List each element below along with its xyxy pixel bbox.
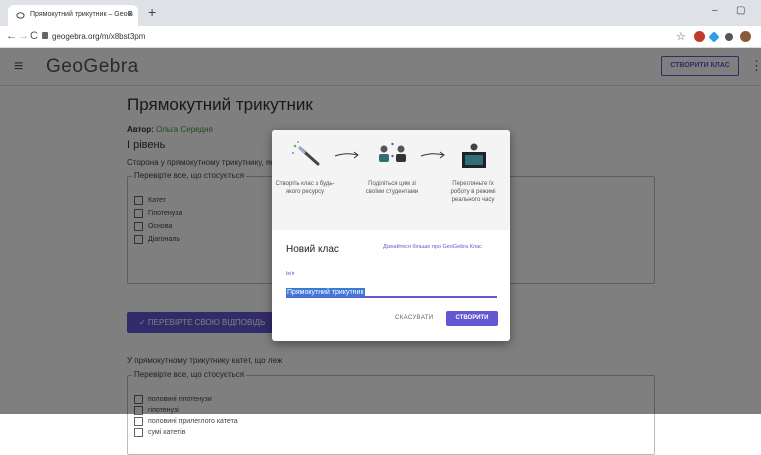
step-review-text: Перегляньте їх роботу в режимі реального… [450,181,496,203]
step-share-text: Поділіться цим зі своїми студентами [365,181,419,195]
address-bar[interactable]: geogebra.org/m/x8bst3pm [52,32,145,41]
reload-button[interactable]: C [30,30,38,42]
new-class-dialog: Створіть клас з будь-якого ресурсу Поділ… [272,130,510,341]
checkbox[interactable] [134,428,143,437]
magic-wand-icon [292,141,320,166]
extension-icon[interactable] [694,31,705,42]
monitor-icon [462,143,486,168]
browser-tab-title: Прямокутний трикутник – GeoG [30,11,133,18]
option-item[interactable]: половині прилеглого катета [134,417,238,426]
option-item[interactable]: сумі катетів [134,428,185,437]
checkbox[interactable] [134,417,143,426]
browser-tab-strip: Прямокутний трикутник – GeoG × + – ▢ [0,0,761,26]
forward-button[interactable]: → [18,30,29,42]
cancel-button[interactable]: СКАСУВАТИ [395,315,434,321]
extensions-puzzle-icon[interactable] [725,33,733,41]
class-name-label: Ім'я [286,271,295,277]
step-create-text: Створіть клас з будь-якого ресурсу [275,181,335,195]
bookmark-star-icon[interactable]: ☆ [676,30,686,43]
class-name-value: Прямокутний трикутник [286,288,365,297]
geogebra-favicon-icon [16,12,25,19]
class-name-input[interactable]: Прямокутний трикутник [286,281,497,298]
create-button[interactable]: СТВОРИТИ [446,311,498,326]
browser-tab[interactable]: Прямокутний трикутник – GeoG × [8,5,138,26]
tab-close-icon[interactable]: × [127,9,133,20]
arrow-right-icon [334,151,359,159]
learn-more-link[interactable]: Дізнайтеся більше про GeoGebra Клас [383,244,482,250]
arrow-right-icon [420,151,445,159]
browser-toolbar: ← → C geogebra.org/m/x8bst3pm ☆ [0,26,761,48]
maximize-button[interactable]: ▢ [736,5,745,16]
lock-icon [42,32,48,39]
back-button[interactable]: ← [6,30,17,42]
extension-diamond-icon[interactable] [708,31,720,43]
minimize-button[interactable]: – [712,5,718,16]
new-tab-button[interactable]: + [148,4,156,20]
dialog-illustration: Створіть клас з будь-якого ресурсу Поділ… [272,130,510,230]
profile-avatar[interactable] [740,31,751,42]
students-icon [379,142,406,162]
dialog-title: Новий клас [286,244,339,255]
